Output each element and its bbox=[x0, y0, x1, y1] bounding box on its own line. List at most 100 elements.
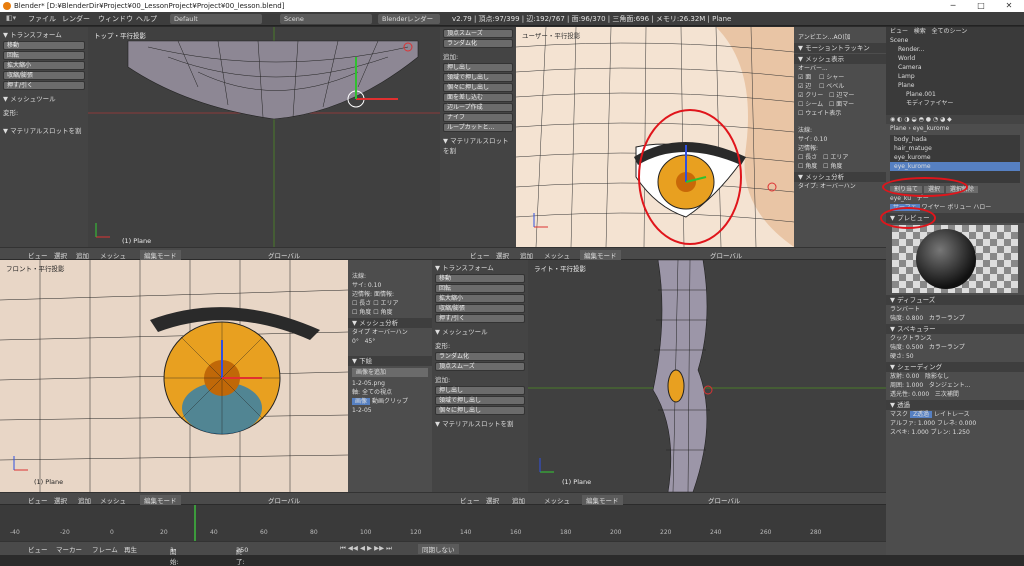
viewport-top[interactable]: トップ・平行投影 (1) Plane bbox=[88, 27, 440, 247]
length-checkbox-2[interactable]: ☐ 長さ ☐ エリア bbox=[348, 299, 432, 308]
halo-tab[interactable]: ハロー bbox=[973, 204, 991, 211]
material-slot-3[interactable]: eye_kurome bbox=[890, 153, 1020, 162]
move-button-2[interactable]: 移動 bbox=[435, 274, 525, 283]
outliner-modifier[interactable]: モディファイヤー bbox=[886, 99, 1024, 108]
close-button[interactable]: ✕ bbox=[996, 0, 1022, 12]
outliner-filter[interactable]: 全てのシーン bbox=[932, 28, 968, 35]
overhang-field[interactable]: タイプ: オーバーハン bbox=[794, 182, 886, 191]
orientation-select-2[interactable]: グローバル bbox=[710, 250, 742, 260]
menu-add-2[interactable]: 追加 bbox=[520, 250, 533, 260]
menu-help[interactable]: ヘルプ bbox=[136, 14, 157, 24]
normal-size-field-2[interactable]: サイ: 0.10 bbox=[348, 281, 432, 290]
angle-range-field[interactable]: 0° 45° bbox=[348, 337, 432, 346]
length-checkbox[interactable]: ☐ 長さ ☐ エリア bbox=[794, 153, 886, 162]
weight-checkbox[interactable]: ☐ ウェイト表示 bbox=[794, 109, 886, 118]
mode-select[interactable]: 編集モード bbox=[140, 250, 181, 260]
menu-select[interactable]: 選択 bbox=[54, 250, 67, 260]
edge-checkbox[interactable]: ☑ 辺 ☐ ベベル bbox=[794, 82, 886, 91]
specular2-field[interactable]: スペキ: 1.000 ブレン: 1.250 bbox=[886, 428, 1024, 437]
motion-tracking-header[interactable]: ▼ モーショントラッキン bbox=[794, 43, 886, 53]
outliner-lamp[interactable]: Lamp bbox=[886, 72, 1024, 81]
ztransparency-tab[interactable]: Z透過 bbox=[909, 411, 933, 418]
viewport-right[interactable]: ライト・平行投影 (1) Plane bbox=[528, 260, 886, 492]
outliner-view-menu[interactable]: ビュー bbox=[890, 28, 908, 35]
mode-select-3[interactable]: 編集モード bbox=[140, 495, 181, 505]
extrude-region-button-2[interactable]: 領域で押し出し bbox=[435, 396, 525, 405]
sync-select[interactable]: 同期しない bbox=[418, 544, 459, 554]
menu-view-2[interactable]: ビュー bbox=[470, 250, 490, 260]
shrink-button-2[interactable]: 収縮/膨張 bbox=[435, 304, 525, 313]
scene-select[interactable]: Scene bbox=[280, 14, 372, 24]
volume-tab[interactable]: ボリュー bbox=[947, 204, 971, 211]
crease-checkbox[interactable]: ☑ クリー ☐ 辺マー bbox=[794, 91, 886, 100]
face-checkbox[interactable]: ☑ 面 ☐ シャー bbox=[794, 73, 886, 82]
scale-button-2[interactable]: 拡大縮小 bbox=[435, 294, 525, 303]
extrude-button[interactable]: 押し出し bbox=[443, 63, 513, 72]
menu-window[interactable]: ウィンドウ bbox=[98, 14, 133, 24]
material-slot-1[interactable]: body_hada bbox=[890, 135, 1020, 144]
diffuse-header[interactable]: ▼ ディフューズ bbox=[886, 295, 1024, 305]
menu-mesh[interactable]: メッシュ bbox=[100, 250, 126, 260]
material-slot-header[interactable]: ▼ マテリアルスロットを割 bbox=[0, 123, 88, 137]
menu-mesh-2[interactable]: メッシュ bbox=[544, 250, 570, 260]
rotate-button-2[interactable]: 回転 bbox=[435, 284, 525, 293]
menu-select-3[interactable]: 選択 bbox=[54, 495, 67, 505]
menu-view-4[interactable]: ビュー bbox=[460, 495, 480, 505]
emit-field[interactable]: 放射: 0.00 陰影なし bbox=[886, 372, 1024, 381]
outliner-scene[interactable]: Scene bbox=[886, 36, 1024, 45]
add-image-button[interactable]: 画像を追加 bbox=[352, 368, 428, 377]
overhang-field-2[interactable]: タイプ オーバーハン bbox=[348, 328, 432, 337]
menu-mesh-4[interactable]: メッシュ bbox=[544, 495, 570, 505]
transform-header[interactable]: ▼ トランスフォーム bbox=[0, 27, 88, 41]
extrude-button-2[interactable]: 押し出し bbox=[435, 386, 525, 395]
movieclip-tab[interactable]: 動画クリップ bbox=[372, 398, 408, 405]
material-slot-header-3[interactable]: ▼ マテリアルスロットを割 bbox=[432, 416, 528, 430]
mesh-tools-header[interactable]: ▼ メッシュツール bbox=[0, 91, 88, 105]
layout-select[interactable]: Default bbox=[170, 14, 262, 24]
material-slot-header-2[interactable]: ▼ マテリアルスロットを割 bbox=[440, 133, 516, 157]
timeline-marker-menu[interactable]: マーカー bbox=[56, 544, 82, 554]
menu-render[interactable]: レンダー bbox=[62, 14, 90, 24]
hardness-field[interactable]: 硬さ: 50 bbox=[886, 352, 1024, 361]
shrink-button[interactable]: 収縮/膨張 bbox=[3, 71, 85, 80]
orientation-select[interactable]: グローバル bbox=[268, 250, 300, 260]
timeline[interactable]: -40 -20 0 20 40 60 80 100 120 140 160 180 200 220 240 2… bbox=[0, 505, 886, 541]
normal-size-field[interactable]: サイ: 0.10 bbox=[794, 135, 886, 144]
mode-select-2[interactable]: 編集モード bbox=[580, 250, 621, 260]
randomize-button-2[interactable]: ランダム化 bbox=[435, 352, 525, 361]
diffuse-shader-select[interactable]: ランバート bbox=[886, 305, 1024, 314]
menu-select-2[interactable]: 選択 bbox=[496, 250, 509, 260]
specular-shader-select[interactable]: クックトランス bbox=[886, 334, 1024, 343]
outliner-plane-001[interactable]: Plane.001 bbox=[886, 90, 1024, 99]
viewport-front[interactable]: フロント・平行投影 (1) Plane bbox=[0, 260, 348, 492]
menu-view[interactable]: ビュー bbox=[28, 250, 48, 260]
outliner-camera[interactable]: Camera bbox=[886, 63, 1024, 72]
mesh-analysis-header-2[interactable]: ▼ メッシュ分析 bbox=[348, 318, 432, 328]
scale-button[interactable]: 拡大縮小 bbox=[3, 61, 85, 70]
mesh-display-header[interactable]: ▼ メッシュ表示 bbox=[794, 54, 886, 64]
angle-checkbox-2[interactable]: ☐ 角度 ☐ 角度 bbox=[348, 308, 432, 317]
mesh-analysis-header[interactable]: ▼ メッシュ分析 bbox=[794, 172, 886, 182]
bg-image-name[interactable]: 1-2-05.png bbox=[348, 379, 432, 388]
loopcut-button[interactable]: ループカットと... bbox=[443, 123, 513, 132]
transform-header-2[interactable]: ▼ トランスフォーム bbox=[432, 260, 528, 274]
orientation-select-3[interactable]: グローバル bbox=[268, 495, 300, 505]
vertex-smooth-button[interactable]: 頂点スムーズ bbox=[443, 29, 513, 38]
material-slot-list[interactable]: body_hada hair_matuge eye_kurome eye_kur… bbox=[890, 135, 1020, 183]
outliner-plane[interactable]: Plane bbox=[886, 81, 1024, 90]
specular-header[interactable]: ▼ スペキュラー bbox=[886, 324, 1024, 334]
playback-controls[interactable]: ⏮ ◀◀ ◀ ▶ ▶▶ ⏭ bbox=[340, 544, 392, 553]
timeline-playback-menu[interactable]: 再生 bbox=[124, 544, 137, 554]
angle-checkbox[interactable]: ☐ 角度 ☐ 角度 bbox=[794, 162, 886, 171]
randomize-button[interactable]: ランダム化 bbox=[443, 39, 513, 48]
menu-add-3[interactable]: 追加 bbox=[78, 495, 91, 505]
viewport-user[interactable]: ユーザー・平行投影 bbox=[516, 27, 794, 247]
outliner-world[interactable]: World bbox=[886, 54, 1024, 63]
menu-add-4[interactable]: 追加 bbox=[512, 495, 525, 505]
background-image-header[interactable]: ▼ 下絵 bbox=[348, 356, 432, 366]
ambient-occlusion-label[interactable]: アンビエン...AO)加 bbox=[794, 33, 886, 42]
properties-tabs[interactable]: ◉ ◐ ◑ ◒ ◓ ● ◔ ◕ ◆ bbox=[886, 115, 1024, 124]
knife-button[interactable]: ナイフ bbox=[443, 113, 513, 122]
timeline-view-menu[interactable]: ビュー bbox=[28, 544, 48, 554]
material-slot-4[interactable]: eye_kurome bbox=[890, 162, 1020, 171]
